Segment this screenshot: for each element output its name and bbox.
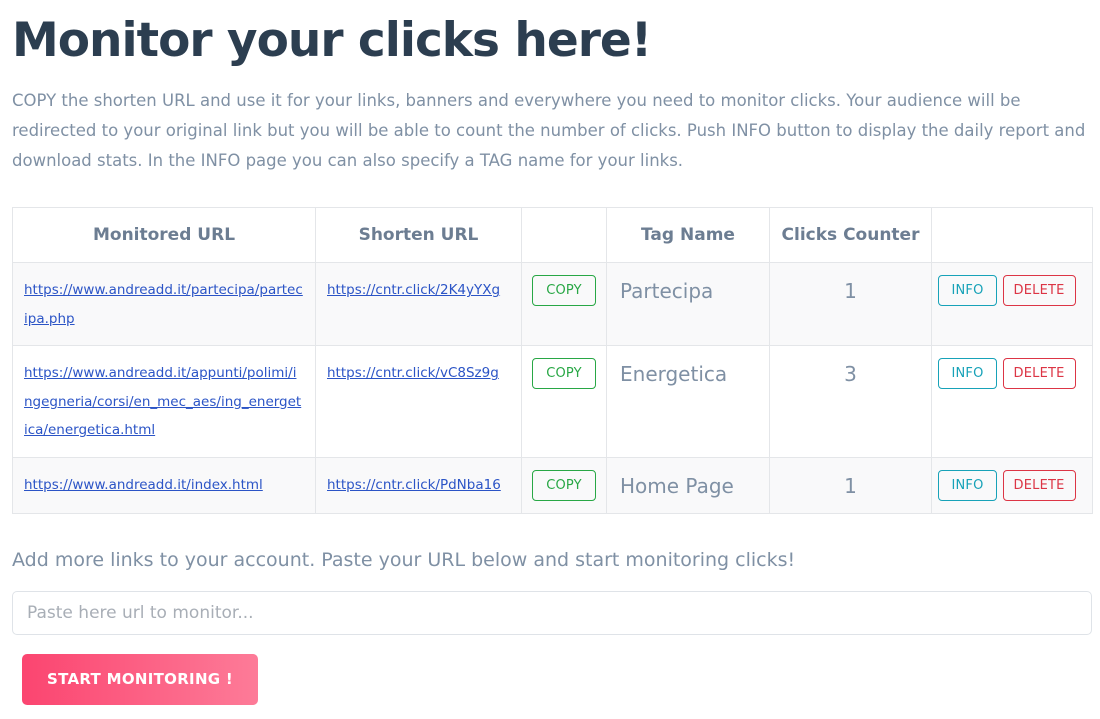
copy-cell: COPY: [521, 262, 607, 347]
column-header-tag-name: Tag Name: [606, 207, 770, 264]
delete-button[interactable]: DELETE: [1002, 275, 1076, 307]
monitored-url-cell: https://www.andreadd.it/index.html: [12, 456, 316, 514]
start-monitoring-button[interactable]: START MONITORING !: [22, 653, 259, 705]
tag-name-cell: Partecipa: [606, 262, 770, 347]
shorten-url-cell: https://cntr.click/2K4yYXg: [315, 262, 522, 347]
column-header-copy: [521, 207, 607, 264]
tag-name-cell: Energetica: [606, 345, 770, 458]
monitored-url-cell: https://www.andreadd.it/partecipa/partec…: [12, 262, 316, 347]
copy-cell: COPY: [521, 456, 607, 514]
monitored-url-link[interactable]: https://www.andreadd.it/index.html: [24, 477, 263, 493]
shorten-url-link[interactable]: https://cntr.click/PdNba16: [327, 477, 501, 493]
actions-cell: INFO DELETE: [931, 262, 1093, 347]
copy-button[interactable]: COPY: [532, 275, 596, 307]
copy-cell: COPY: [521, 345, 607, 458]
monitored-url-link[interactable]: https://www.andreadd.it/partecipa/partec…: [24, 282, 303, 327]
copy-button[interactable]: COPY: [532, 469, 596, 501]
actions-cell: INFO DELETE: [931, 345, 1093, 458]
actions-cell: INFO DELETE: [931, 456, 1093, 514]
delete-button[interactable]: DELETE: [1002, 358, 1076, 390]
info-button[interactable]: INFO: [938, 469, 997, 501]
shorten-url-link[interactable]: https://cntr.click/vC8Sz9g: [327, 365, 499, 381]
table-header: Monitored URL Shorten URL Tag Name Click…: [12, 207, 1093, 264]
shorten-url-link[interactable]: https://cntr.click/2K4yYXg: [327, 282, 500, 298]
info-button[interactable]: INFO: [938, 275, 997, 307]
table-header-row: Monitored URL Shorten URL Tag Name Click…: [12, 207, 1093, 264]
monitored-url-cell: https://www.andreadd.it/appunti/polimi/i…: [12, 345, 316, 458]
add-links-label: Add more links to your account. Paste yo…: [12, 548, 796, 571]
tag-name-cell: Home Page: [606, 456, 770, 514]
shorten-url-cell: https://cntr.click/vC8Sz9g: [315, 345, 522, 458]
delete-button[interactable]: DELETE: [1002, 469, 1076, 501]
clicks-counter-cell: 1: [769, 262, 932, 347]
intro-paragraph: COPY the shorten URL and use it for your…: [12, 91, 1086, 171]
shorten-url-cell: https://cntr.click/PdNba16: [315, 456, 522, 514]
copy-button[interactable]: COPY: [532, 358, 596, 390]
page-container: Monitor your clicks here! COPY the short…: [0, 0, 1100, 705]
info-button[interactable]: INFO: [938, 358, 997, 390]
column-header-shorten-url: Shorten URL: [315, 207, 522, 264]
column-header-monitored-url: Monitored URL: [12, 207, 316, 264]
table-row: https://www.andreadd.it/index.html https…: [12, 456, 1093, 514]
column-header-actions: [931, 207, 1093, 264]
table-row: https://www.andreadd.it/partecipa/partec…: [12, 262, 1093, 347]
clicks-counter-cell: 3: [769, 345, 932, 458]
monitored-url-link[interactable]: https://www.andreadd.it/appunti/polimi/i…: [24, 365, 301, 438]
monitored-links-table: Monitored URL Shorten URL Tag Name Click…: [12, 207, 1093, 514]
url-input[interactable]: [12, 590, 1092, 635]
table-body: https://www.andreadd.it/partecipa/partec…: [12, 262, 1093, 514]
table-row: https://www.andreadd.it/appunti/polimi/i…: [12, 345, 1093, 458]
column-header-clicks-counter: Clicks Counter: [769, 207, 932, 264]
page-title: Monitor your clicks here!: [12, 13, 652, 68]
clicks-counter-cell: 1: [769, 456, 932, 514]
